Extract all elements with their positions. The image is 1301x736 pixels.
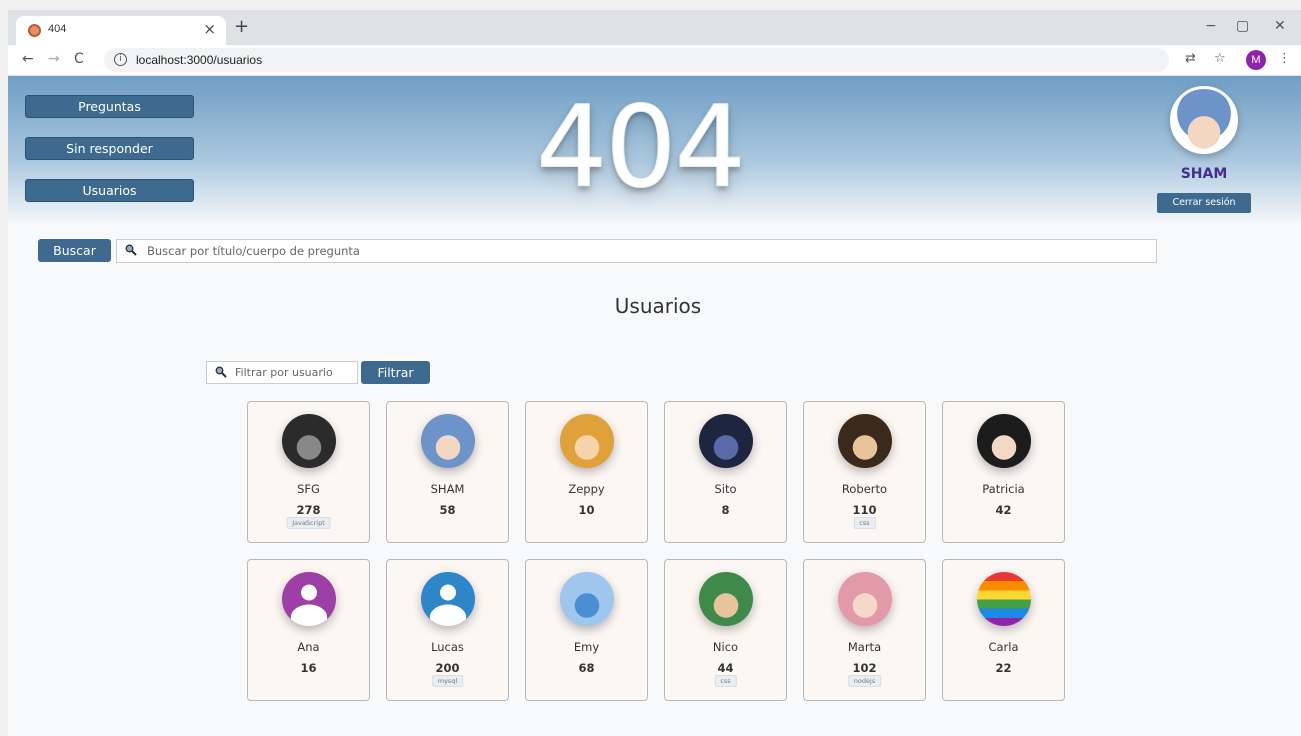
filter-input[interactable]: Filtrar por usuario (206, 361, 358, 384)
search-button[interactable]: Buscar (38, 239, 111, 262)
user-question-count: 200 (435, 661, 460, 675)
user-avatar[interactable] (560, 572, 614, 626)
site-logo[interactable]: 404 (536, 85, 778, 211)
user-avatar[interactable] (838, 414, 892, 468)
user-name[interactable]: Zeppy (526, 482, 647, 496)
filter-button[interactable]: Filtrar (361, 361, 430, 384)
url-text[interactable]: localhost:3000/usuarios (136, 53, 262, 67)
user-name[interactable]: SHAM (387, 482, 508, 496)
user-avatar[interactable] (699, 572, 753, 626)
address-bar[interactable]: i localhost:3000/usuarios (104, 48, 1169, 72)
user-card[interactable]: Patricia 42 (942, 401, 1065, 543)
browser-tab[interactable]: 404 × (16, 16, 226, 45)
search-input[interactable]: Buscar por título/cuerpo de pregunta (116, 239, 1157, 263)
favicon-icon (28, 24, 41, 37)
nav-button-sin-responder[interactable]: Sin responder (25, 137, 194, 160)
user-question-count: 8 (721, 503, 730, 517)
user-avatar[interactable] (977, 572, 1031, 626)
user-name[interactable]: Sito (665, 482, 786, 496)
forward-icon[interactable]: → (48, 51, 60, 67)
user-card[interactable]: Roberto 110 css (803, 401, 926, 543)
page-title: Usuarios (614, 294, 702, 318)
user-question-count: 42 (995, 503, 1012, 517)
browser-window: 404 × + − ▢ ✕ ← → C i localhost:3000/usu… (8, 10, 1301, 736)
web-page: Preguntas Sin responder Usuarios 404 SHA… (8, 76, 1301, 736)
user-card[interactable]: SHAM 58 (386, 401, 509, 543)
profile-avatar[interactable]: M (1246, 50, 1266, 70)
user-question-count: 44 (717, 661, 734, 675)
user-tag-badge[interactable]: mysql (431, 675, 464, 687)
search-icon (125, 244, 137, 256)
user-avatar[interactable] (421, 414, 475, 468)
search-placeholder: Buscar por título/cuerpo de pregunta (147, 244, 360, 258)
reload-icon[interactable]: C (74, 51, 84, 67)
user-card[interactable]: Marta 102 nodejs (803, 559, 926, 701)
user-card[interactable]: Nico 44 css (664, 559, 787, 701)
user-avatar[interactable] (977, 414, 1031, 468)
close-tab-icon[interactable]: × (203, 20, 216, 38)
user-card[interactable]: SFG 278 JavaScript (247, 401, 370, 543)
filter-placeholder: Filtrar por usuario (235, 366, 333, 379)
user-tag-badge[interactable]: css (853, 517, 876, 529)
maximize-icon[interactable]: ▢ (1236, 18, 1249, 34)
user-card[interactable]: Carla 22 (942, 559, 1065, 701)
user-question-count: 278 (296, 503, 321, 517)
user-question-count: 16 (300, 661, 317, 675)
user-question-count: 10 (578, 503, 595, 517)
tab-title: 404 (48, 23, 67, 35)
user-avatar[interactable] (560, 414, 614, 468)
user-avatar[interactable] (282, 572, 336, 626)
close-window-icon[interactable]: ✕ (1274, 18, 1286, 34)
user-card[interactable]: Zeppy 10 (525, 401, 648, 543)
minimize-icon[interactable]: − (1205, 18, 1217, 34)
user-name[interactable]: Roberto (804, 482, 925, 496)
user-name[interactable]: Patricia (943, 482, 1064, 496)
user-card[interactable]: Lucas 200 mysql (386, 559, 509, 701)
user-question-count: 68 (578, 661, 595, 675)
user-name[interactable]: Emy (526, 640, 647, 654)
user-avatar[interactable] (421, 572, 475, 626)
user-avatar[interactable] (838, 572, 892, 626)
user-question-count: 110 (852, 503, 877, 517)
user-name[interactable]: Lucas (387, 640, 508, 654)
user-card[interactable]: Ana 16 (247, 559, 370, 701)
user-tag-badge[interactable]: JavaScript (286, 517, 331, 529)
bookmark-star-icon[interactable]: ☆ (1214, 51, 1226, 66)
user-avatar[interactable] (699, 414, 753, 468)
user-tag-badge[interactable]: css (714, 675, 737, 687)
user-card[interactable]: Sito 8 (664, 401, 787, 543)
nav-button-preguntas[interactable]: Preguntas (25, 95, 194, 118)
translate-icon[interactable]: ⇄ (1185, 51, 1196, 66)
search-icon (215, 366, 227, 378)
nav-button-usuarios[interactable]: Usuarios (25, 179, 194, 202)
user-card[interactable]: Emy 68 (525, 559, 648, 701)
browser-toolbar: ← → C i localhost:3000/usuarios ⇄ ☆ M ⋮ (8, 45, 1301, 76)
back-icon[interactable]: ← (22, 51, 34, 67)
user-name[interactable]: SFG (248, 482, 369, 496)
logout-button[interactable]: Cerrar sesión (1157, 193, 1251, 213)
tab-strip: 404 × + − ▢ ✕ (8, 10, 1301, 45)
new-tab-icon[interactable]: + (234, 16, 249, 37)
user-tag-badge[interactable]: nodejs (847, 675, 882, 687)
user-question-count: 102 (852, 661, 877, 675)
user-question-count: 22 (995, 661, 1012, 675)
user-name[interactable]: Marta (804, 640, 925, 654)
user-name[interactable]: Nico (665, 640, 786, 654)
user-avatar[interactable] (282, 414, 336, 468)
current-user-avatar[interactable] (1170, 86, 1238, 154)
menu-dots-icon[interactable]: ⋮ (1278, 51, 1291, 66)
user-name[interactable]: Ana (248, 640, 369, 654)
user-name[interactable]: Carla (943, 640, 1064, 654)
info-icon[interactable]: i (114, 53, 127, 66)
user-question-count: 58 (439, 503, 456, 517)
current-user-name: SHAM (1180, 166, 1228, 182)
